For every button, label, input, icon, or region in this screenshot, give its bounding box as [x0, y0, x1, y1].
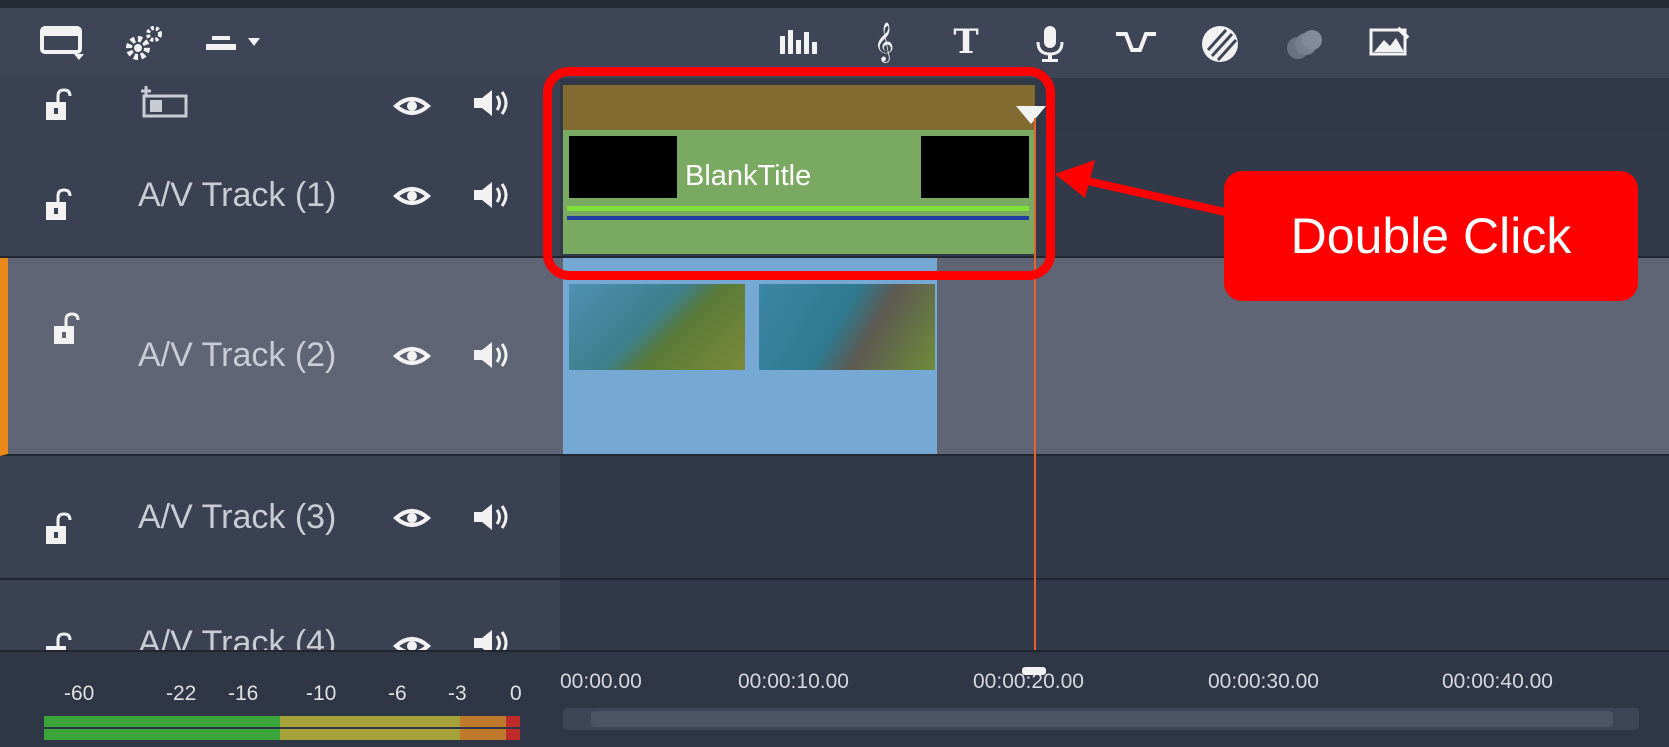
db-label: 0 [510, 682, 522, 705]
track-view-icon[interactable] [40, 24, 84, 68]
eye-icon[interactable] [392, 632, 432, 650]
ruler-tick-label: 00:00:40.00 [1442, 670, 1553, 693]
speaker-icon[interactable] [472, 500, 512, 534]
callout-label: Double Click [1224, 171, 1638, 301]
track-header-1[interactable]: A/V Track (1) [0, 130, 560, 258]
microphone-icon[interactable] [1028, 24, 1072, 68]
color-wheel-icon[interactable] [1198, 22, 1242, 66]
callout-arrow-icon [1055, 160, 1226, 216]
speaker-icon[interactable] [472, 338, 512, 372]
clip-thumbnail-end [759, 284, 935, 370]
eye-icon[interactable] [392, 92, 432, 120]
track-header-2[interactable]: A/V Track (2) [0, 258, 560, 456]
title-icon[interactable]: T [944, 22, 988, 66]
clip-thumbnail-start [569, 284, 745, 370]
eye-icon[interactable] [392, 342, 432, 370]
db-label: -6 [388, 682, 407, 705]
track-options-icon[interactable] [204, 24, 264, 68]
lock-icon[interactable] [42, 188, 76, 222]
track-lane-4[interactable] [560, 580, 1669, 650]
track-label: A/V Track (1) [138, 176, 337, 214]
track-label: A/V Track (4) [138, 624, 337, 650]
video-clip[interactable] [563, 258, 937, 454]
overlay-icon [1282, 22, 1326, 66]
eye-icon[interactable] [392, 182, 432, 210]
db-label: -16 [228, 682, 259, 705]
lock-icon[interactable] [42, 88, 76, 122]
ruler-tick-label: 00:00:10.00 [738, 670, 849, 693]
track-header-4[interactable]: A/V Track (4) [0, 580, 560, 650]
speaker-icon[interactable] [472, 626, 512, 650]
audio-mixer-icon[interactable] [776, 24, 820, 68]
timeline-ruler[interactable] [560, 650, 1669, 747]
speaker-icon[interactable] [472, 178, 512, 212]
db-label: -22 [166, 682, 197, 705]
meter-bars [44, 716, 520, 740]
image-editor-icon[interactable] [1368, 24, 1412, 68]
transition-icon[interactable] [1114, 24, 1158, 68]
track-label: A/V Track (2) [138, 336, 337, 374]
callout-highlight [543, 67, 1055, 280]
ruler-tick-label: 00:00.00 [560, 670, 642, 693]
playhead-handle[interactable] [1022, 667, 1046, 675]
track-label: A/V Track (3) [138, 498, 337, 536]
horizontal-scrollbar[interactable] [563, 708, 1639, 730]
lock-icon[interactable] [42, 512, 76, 546]
db-label: -60 [64, 682, 95, 705]
db-label: -10 [306, 682, 337, 705]
add-track-icon[interactable] [140, 86, 190, 120]
db-label: -3 [448, 682, 467, 705]
eye-icon[interactable] [392, 504, 432, 532]
lock-icon[interactable] [42, 632, 76, 650]
track-lane-3[interactable] [560, 456, 1669, 580]
scrollbar-thumb[interactable] [591, 711, 1613, 727]
ruler-tick-label: 00:00:30.00 [1208, 670, 1319, 693]
lock-icon[interactable] [50, 312, 84, 346]
speaker-icon[interactable] [472, 86, 512, 120]
settings-gear-icon[interactable] [122, 24, 166, 68]
music-icon[interactable]: 𝄞 [862, 22, 906, 66]
track-header-3[interactable]: A/V Track (3) [0, 456, 560, 580]
